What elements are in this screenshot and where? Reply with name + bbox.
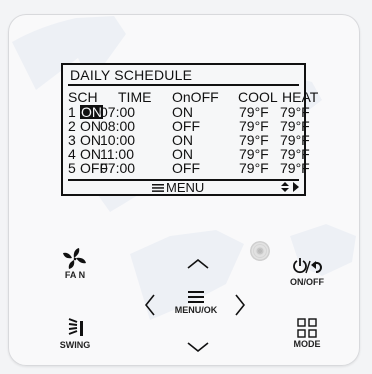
schedule-onoff: ON	[172, 146, 193, 162]
schedule-time: 10:00	[100, 132, 136, 148]
up-down-icon	[281, 182, 299, 192]
schedule-row-1[interactable]: 1 ON 07:00 ON 79°F 79°F	[68, 104, 310, 120]
schedule-enable: ON	[80, 118, 101, 134]
menu-indicator: MENU	[152, 181, 204, 195]
schedule-cool: 79°F	[239, 146, 269, 162]
schedule-heat: 79°F	[280, 160, 310, 176]
schedule-cool: 79°F	[239, 104, 269, 120]
device-screen: DAILY SCHEDULE SCH TIME OnOFF COOL HEAT …	[0, 0, 372, 374]
schedule-number: 3	[68, 132, 76, 148]
menu-icon	[152, 184, 164, 192]
screen-title-text: DAILY SCHEDULE	[70, 67, 193, 83]
column-header-sch: SCH	[68, 89, 98, 105]
screen-title: DAILY SCHEDULE	[68, 66, 299, 86]
schedule-row-3[interactable]: 3 ON 10:00 ON 79°F 79°F	[68, 132, 310, 148]
schedule-cool: 79°F	[239, 160, 269, 176]
swing-icon	[68, 318, 83, 336]
schedule-number: 4	[68, 146, 76, 162]
schedule-row-4[interactable]: 4 ON 11:00 ON 79°F 79°F	[68, 146, 310, 162]
schedule-onoff: ON	[172, 104, 193, 120]
schedule-row-5[interactable]: 5 OFF 07:00 OFF 79°F 79°F	[68, 160, 310, 176]
schedule-heat: 79°F	[280, 146, 310, 162]
schedule-cool: 79°F	[239, 132, 269, 148]
schedule-time: 08:00	[100, 118, 136, 134]
column-header-cool: COOL	[238, 89, 278, 105]
swing-button[interactable]: SWING	[58, 317, 92, 350]
schedule-time: 07:00	[100, 104, 136, 120]
schedule-number: 2	[68, 118, 76, 134]
schedule-number: 1	[68, 104, 76, 120]
schedule-onoff: OFF	[172, 160, 200, 176]
menu-ok-label: MENU/OK	[174, 305, 218, 315]
lcd-display: DAILY SCHEDULE SCH TIME OnOFF COOL HEAT …	[61, 63, 318, 196]
menu-icon	[188, 291, 204, 303]
schedule-enable: ON	[80, 132, 101, 148]
sensor-pattern-icon	[250, 241, 270, 261]
schedule-time: 07:00	[100, 160, 136, 176]
left-arrow-icon[interactable]	[145, 294, 155, 316]
screen-footer: MENU	[68, 179, 299, 195]
fan-icon	[63, 248, 86, 269]
column-header-onoff: OnOFF	[172, 89, 219, 105]
schedule-enable: ON	[80, 146, 101, 162]
schedule-heat: 79°F	[280, 104, 310, 120]
schedule-row-2[interactable]: 2 ON 08:00 OFF 79°F 79°F	[68, 118, 310, 134]
schedule-onoff: OFF	[172, 118, 200, 134]
right-arrow-icon[interactable]	[235, 294, 245, 316]
column-header-heat: HEAT	[282, 89, 319, 105]
mode-icon	[297, 318, 317, 338]
swing-label: SWING	[59, 340, 91, 350]
schedule-time: 11:00	[100, 146, 134, 162]
schedule-heat: 79°F	[280, 132, 310, 148]
schedule-onoff: ON	[172, 132, 193, 148]
fan-button[interactable]: FA N	[60, 247, 90, 280]
mode-label: MODE	[293, 339, 321, 349]
power-icon	[293, 258, 323, 274]
down-arrow-icon[interactable]	[187, 342, 209, 352]
schedule-cool: 79°F	[239, 118, 269, 134]
onoff-label: ON/OFF	[290, 277, 324, 287]
sensor-dial	[250, 241, 270, 261]
menu-ok-button[interactable]: MENU/OK	[170, 290, 222, 315]
up-arrow-icon[interactable]	[187, 259, 209, 269]
schedule-header-row: SCH TIME OnOFF COOL HEAT	[68, 89, 318, 105]
schedule-number: 5	[68, 160, 76, 176]
up-down-indicator	[281, 182, 299, 192]
onoff-button[interactable]: ON/OFF	[286, 258, 328, 287]
menu-label: MENU	[166, 180, 205, 195]
fan-label: FA N	[64, 270, 86, 280]
schedule-heat: 79°F	[280, 118, 310, 134]
column-header-time: TIME	[118, 89, 152, 105]
mode-button[interactable]: MODE	[292, 318, 322, 349]
